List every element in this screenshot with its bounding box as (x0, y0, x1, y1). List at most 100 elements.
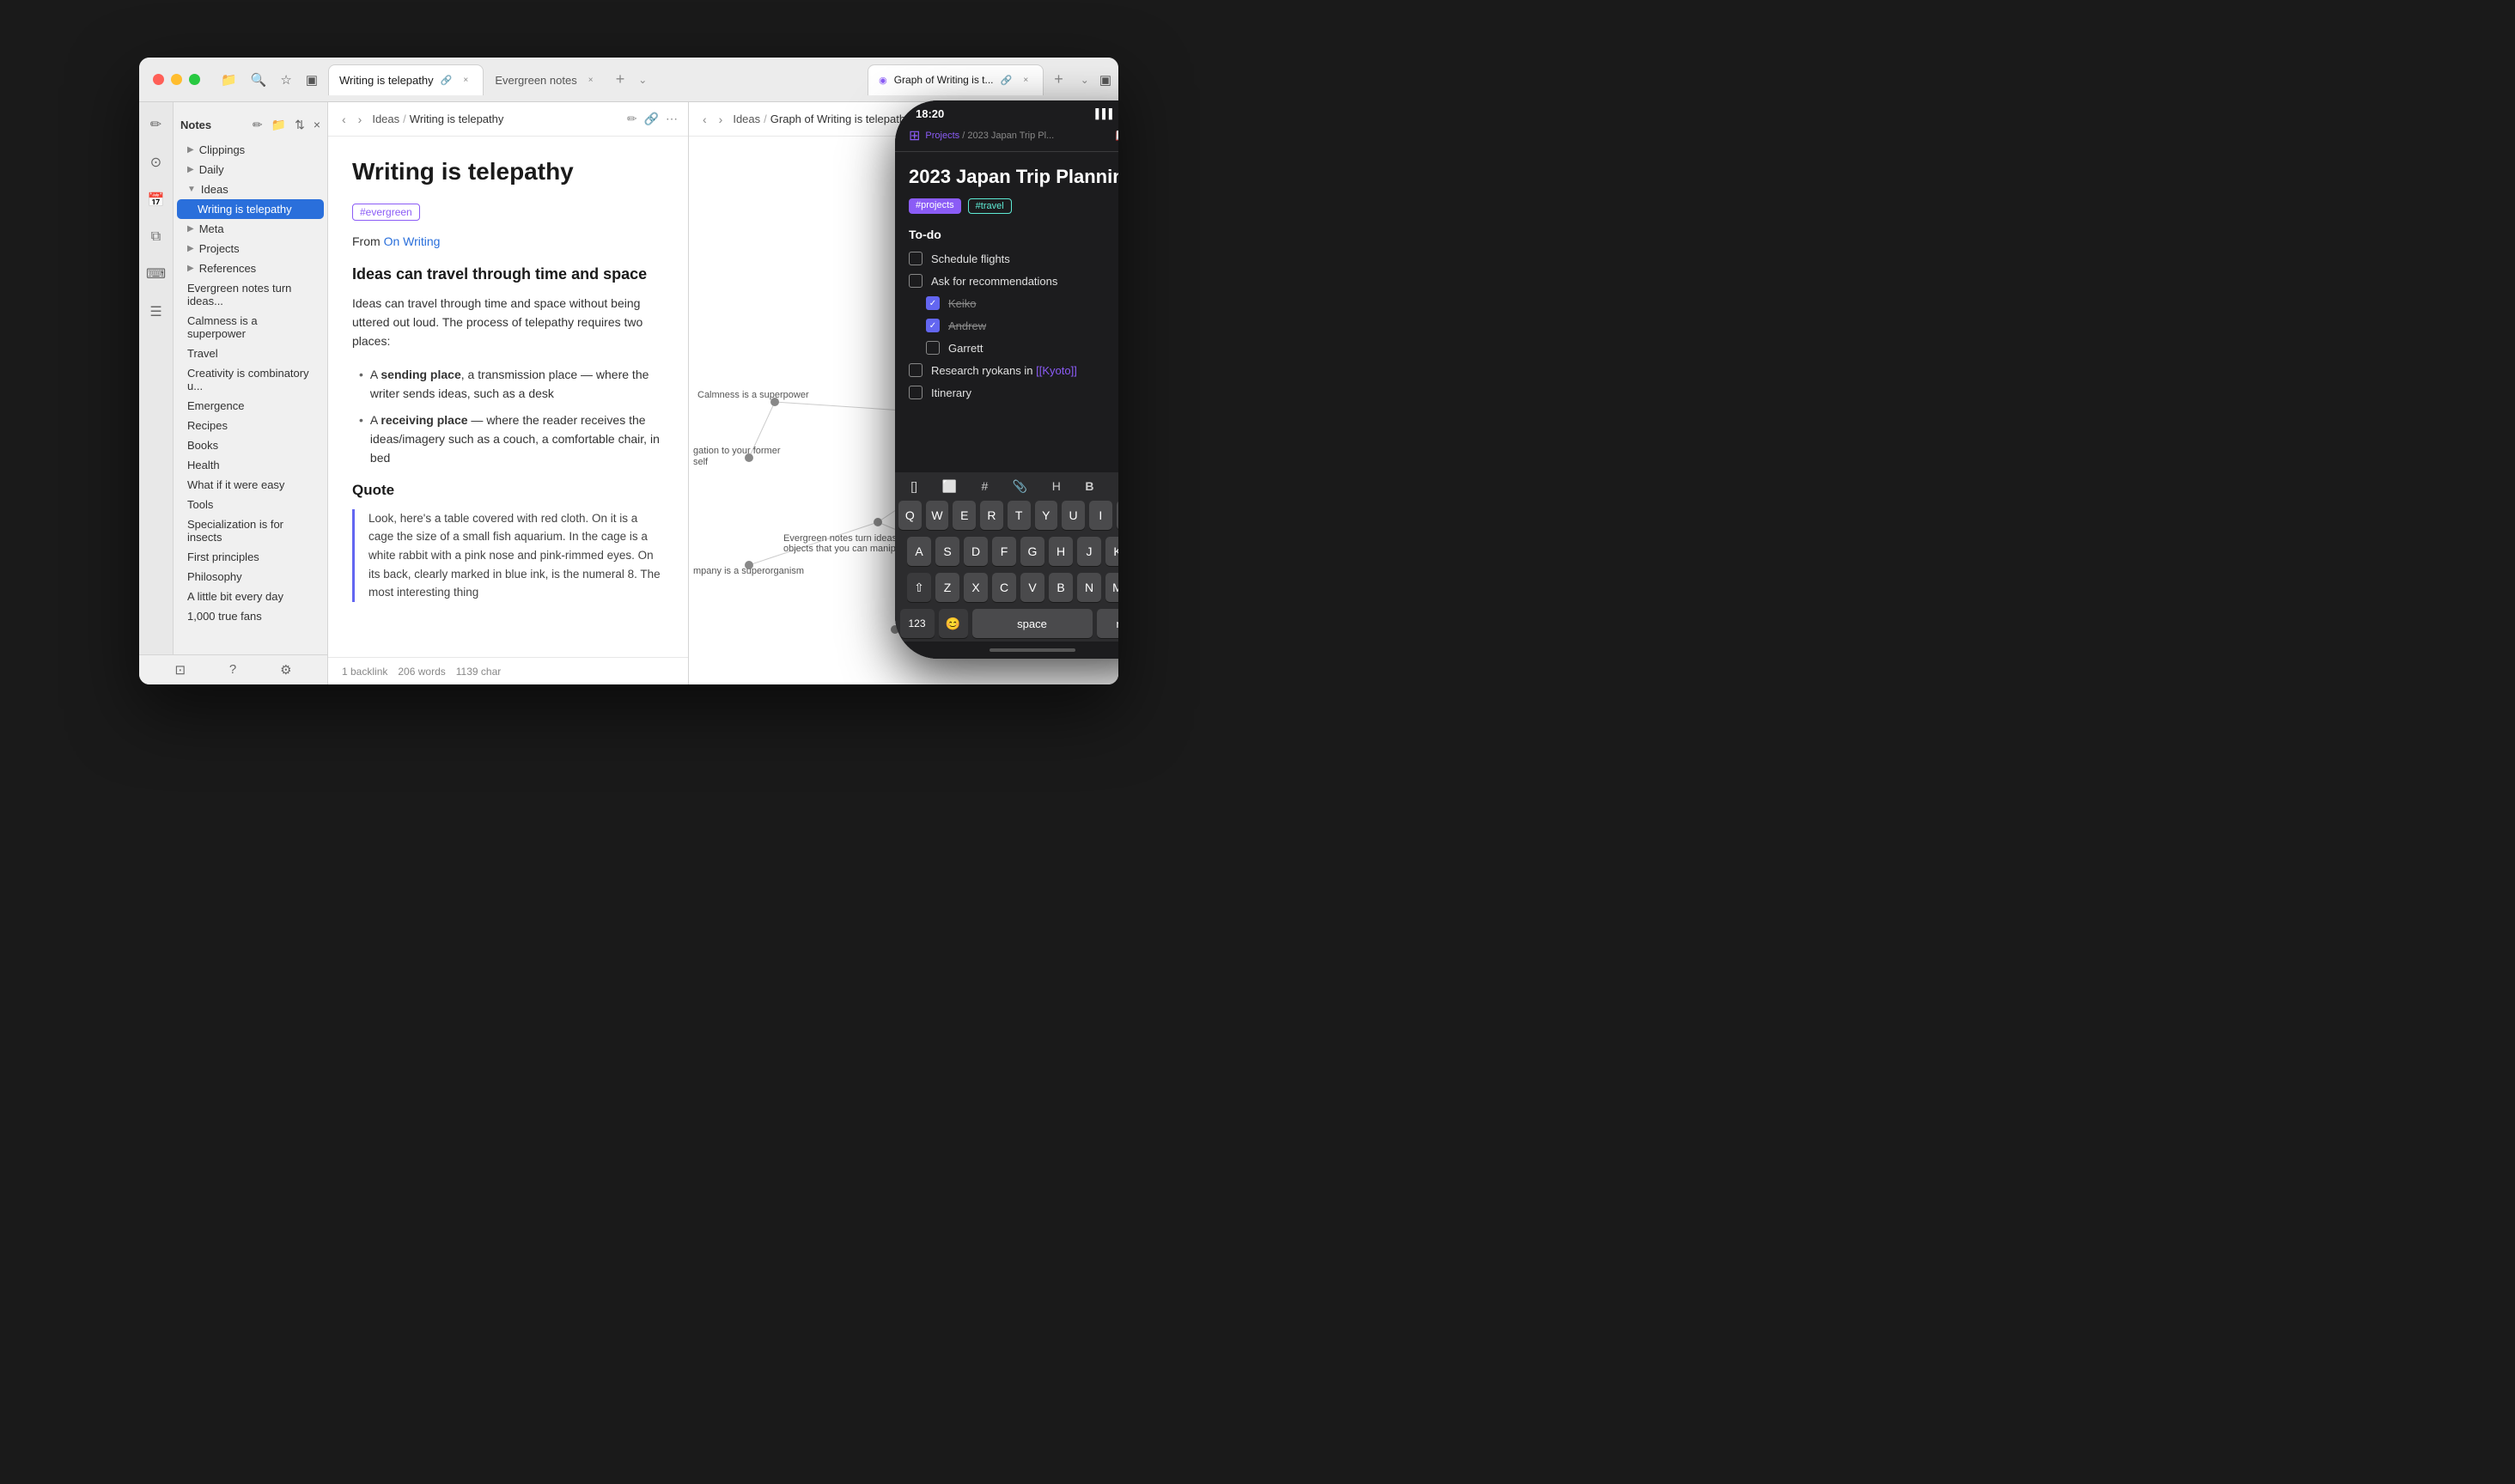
forward-button[interactable]: › (355, 111, 366, 128)
key-B[interactable]: B (1049, 573, 1073, 602)
new-note-icon[interactable]: ✏ (253, 118, 263, 132)
key-X[interactable]: X (964, 573, 988, 602)
graph-view-icon[interactable]: ⊙ (147, 150, 165, 174)
bookmark-icon[interactable]: ☰ (146, 300, 165, 324)
phone-book-icon[interactable]: 📖 (1115, 127, 1118, 144)
sidebar-item-specialization[interactable]: Specialization is for insects (177, 514, 324, 547)
calendar-icon[interactable]: 📅 (144, 188, 168, 212)
node-evergreen-objects[interactable] (874, 518, 882, 526)
phone-note-content[interactable]: 2023 Japan Trip Planning #projects #trav… (895, 152, 1118, 472)
key-Z[interactable]: Z (935, 573, 959, 602)
folder-icon[interactable]: 📁 (221, 72, 237, 88)
key-V[interactable]: V (1020, 573, 1044, 602)
sidebar-item-meta[interactable]: ▶ Meta (177, 219, 324, 239)
phone-todo-garrett[interactable]: Garrett (909, 341, 1118, 355)
sidebar-toggle-icon[interactable]: ▣ (306, 72, 318, 88)
phone-tag-projects[interactable]: #projects (909, 198, 961, 214)
sidebar-item-writing-telepathy[interactable]: Writing is telepathy (177, 199, 324, 219)
key-return[interactable]: return (1097, 609, 1119, 638)
key-U[interactable]: U (1062, 501, 1085, 530)
phone-todo-recommendations[interactable]: Ask for recommendations (909, 274, 1118, 288)
key-F[interactable]: F (992, 537, 1016, 566)
editor-content[interactable]: Writing is telepathy #evergreen From On … (328, 137, 688, 657)
tabs-chevron[interactable]: ⌄ (631, 70, 654, 89)
phone-grid-icon[interactable]: ⊞ (909, 127, 920, 144)
phone-todo-andrew[interactable]: ✓ Andrew (909, 319, 1118, 332)
todo-checkbox-ryokans[interactable] (909, 363, 923, 377)
key-M[interactable]: M (1105, 573, 1118, 602)
key-O[interactable]: O (1117, 501, 1118, 530)
kb-tag-icon[interactable]: # (981, 479, 988, 494)
sidebar-item-references[interactable]: ▶ References (177, 258, 324, 278)
todo-checkbox-flights[interactable] (909, 252, 923, 265)
sidebar-item-calmness[interactable]: Calmness is a superpower (177, 311, 324, 344)
split-view-icon[interactable]: ▣ (1099, 72, 1111, 88)
graph-forward-button[interactable]: › (716, 111, 727, 128)
kb-bold-icon[interactable]: B (1085, 479, 1093, 494)
sidebar-item-travel[interactable]: Travel (177, 344, 324, 363)
phone-todo-itinerary[interactable]: Itinerary (909, 386, 1118, 399)
breadcrumb-parent[interactable]: Ideas (372, 113, 399, 125)
key-Y[interactable]: Y (1035, 501, 1058, 530)
sidebar-item-ideas[interactable]: ▼ Ideas (177, 179, 324, 199)
sidebar-item-projects[interactable]: ▶ Projects (177, 239, 324, 258)
phone-todo-keiko[interactable]: ✓ Keiko (909, 296, 1118, 310)
tab-graph[interactable]: ◉ Graph of Writing is t... 🔗 × (868, 64, 1044, 95)
star-icon[interactable]: ☆ (280, 72, 291, 88)
key-K[interactable]: K (1105, 537, 1118, 566)
settings-icon[interactable]: ⚙ (280, 662, 291, 678)
graph-breadcrumb-parent[interactable]: Ideas (733, 113, 760, 125)
todo-checkbox-garrett[interactable] (926, 341, 940, 355)
key-R[interactable]: R (980, 501, 1003, 530)
sidebar-item-books[interactable]: Books (177, 435, 324, 455)
key-123[interactable]: 123 (900, 609, 935, 638)
phone-tag-travel[interactable]: #travel (968, 198, 1012, 214)
sidebar-item-creativity[interactable]: Creativity is combinatory u... (177, 363, 324, 396)
sort-icon[interactable]: ⇅ (295, 118, 305, 132)
phone-todo-ryokans[interactable]: Research ryokans in [[Kyoto]] (909, 363, 1118, 377)
kb-h-icon[interactable]: H (1052, 479, 1061, 494)
key-shift[interactable]: ⇧ (907, 573, 931, 602)
key-H[interactable]: H (1049, 537, 1073, 566)
new-right-tab-button[interactable]: + (1047, 67, 1070, 92)
key-E[interactable]: E (953, 501, 976, 530)
key-emoji[interactable]: 😊 (939, 609, 968, 638)
edit-icon[interactable]: ✏ (627, 112, 637, 126)
key-D[interactable]: D (964, 537, 988, 566)
minimize-button[interactable] (171, 74, 182, 85)
key-space[interactable]: space (972, 609, 1093, 638)
sidebar-item-philosophy[interactable]: Philosophy (177, 567, 324, 587)
sidebar-item-first-principles[interactable]: First principles (177, 547, 324, 567)
back-button[interactable]: ‹ (338, 111, 350, 128)
backlinks-count[interactable]: 1 backlink (342, 666, 387, 678)
tab-writing[interactable]: Writing is telepathy 🔗 × (328, 64, 484, 95)
todo-checkbox-keiko[interactable]: ✓ (926, 296, 940, 310)
tab-evergreen[interactable]: Evergreen notes × (484, 64, 608, 95)
todo-checkbox-itinerary[interactable] (909, 386, 923, 399)
kb-box-icon[interactable]: ⬜ (942, 479, 957, 494)
key-S[interactable]: S (935, 537, 959, 566)
terminal-icon[interactable]: ⌨ (143, 262, 169, 286)
search-icon[interactable]: 🔍 (251, 72, 267, 88)
tab-graph-close[interactable]: × (1019, 73, 1032, 87)
maximize-button[interactable] (189, 74, 200, 85)
sidebar-item-clippings[interactable]: ▶ Clippings (177, 140, 324, 160)
phone-todo-flights[interactable]: Schedule flights (909, 252, 1118, 265)
key-T[interactable]: T (1008, 501, 1031, 530)
sidebar-item-recipes[interactable]: Recipes (177, 416, 324, 435)
link-icon[interactable]: 🔗 (644, 112, 659, 126)
sidebar-item-emergence[interactable]: Emergence (177, 396, 324, 416)
key-C[interactable]: C (992, 573, 1016, 602)
kyoto-link[interactable]: [[Kyoto]] (1036, 364, 1077, 377)
key-N[interactable]: N (1077, 573, 1101, 602)
tab-writing-close[interactable]: × (459, 73, 472, 87)
right-tabs-chevron[interactable]: ⌄ (1074, 70, 1096, 89)
sidebar-item-little-bit[interactable]: A little bit every day (177, 587, 324, 606)
kb-bracket-icon[interactable]: [] (910, 479, 917, 494)
key-A[interactable]: A (907, 537, 931, 566)
compose-icon[interactable]: ✏ (147, 113, 165, 137)
todo-checkbox-recommendations[interactable] (909, 274, 923, 288)
sidebar-item-evergreen[interactable]: Evergreen notes turn ideas... (177, 278, 324, 311)
sidebar-item-daily[interactable]: ▶ Daily (177, 160, 324, 179)
new-tab-button[interactable]: + (609, 67, 632, 92)
